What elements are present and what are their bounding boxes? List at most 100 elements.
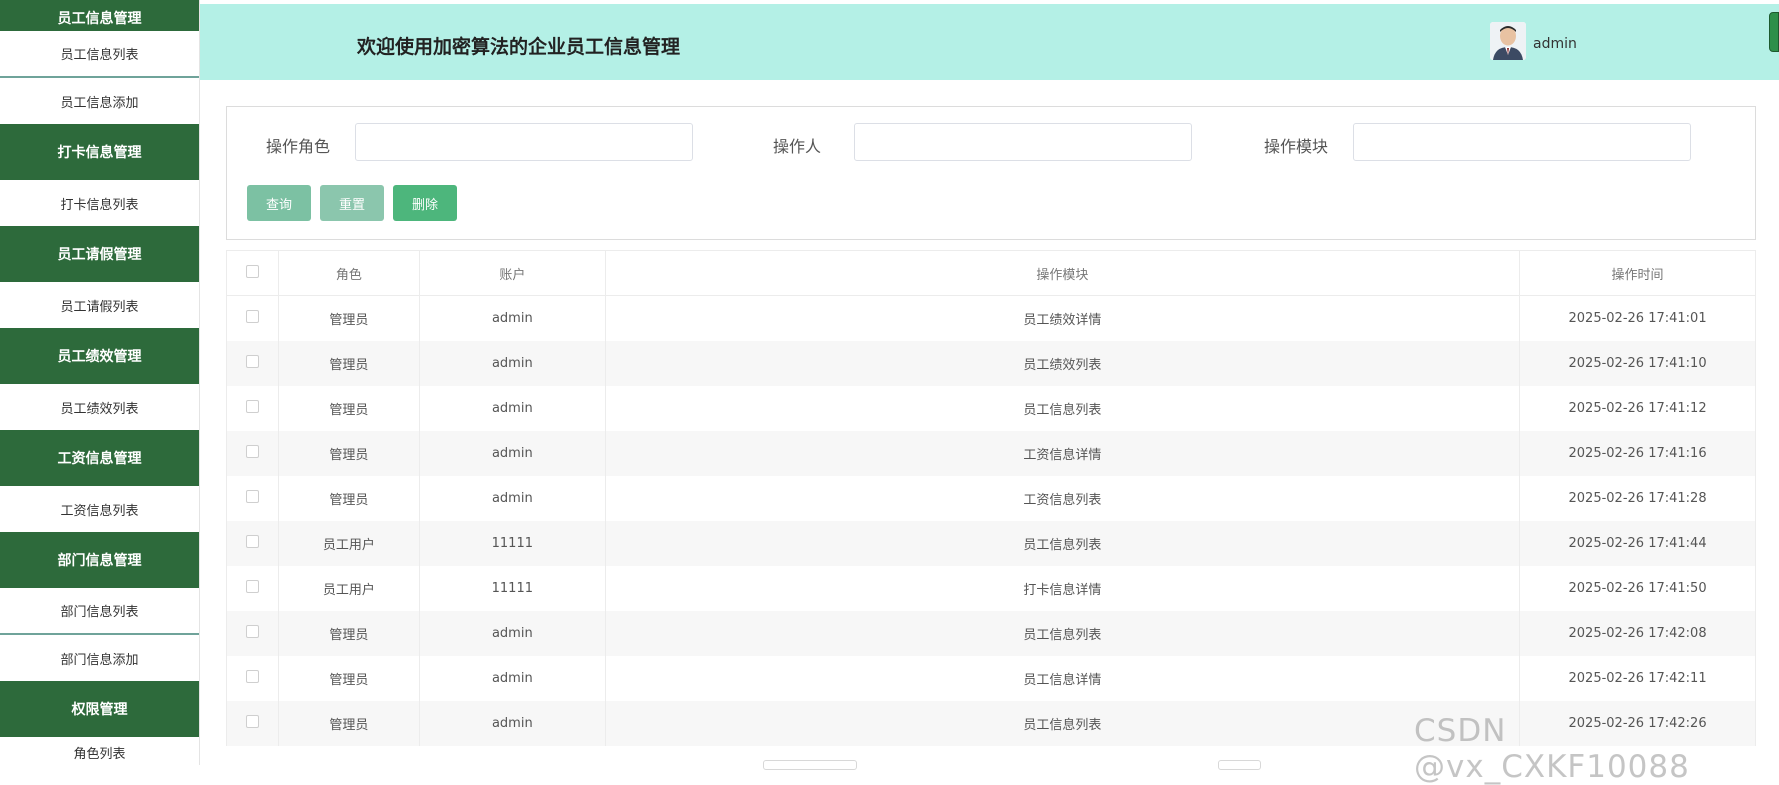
sidebar-item[interactable]: 部门信息添加 [0,635,199,681]
table-row[interactable]: 员工用户 11111 打卡信息详情 2025-02-26 17:41:50 [226,565,1756,611]
cell-module: 打卡信息详情 [604,565,1521,611]
username-label[interactable]: admin [1533,36,1577,52]
row-select-cell [226,610,279,656]
role-label: 操作角色 [266,137,331,156]
sidebar-group[interactable]: 员工请假管理 [0,226,199,282]
row-select-cell [226,520,279,566]
watermark: CSDN @vx_CXKF10088 [1414,713,1690,785]
role-input[interactable] [355,123,693,161]
cell-account: 11111 [418,565,606,611]
sidebar-group[interactable]: 权限管理 [0,681,199,737]
cell-role: 管理员 [277,610,420,656]
row-select-cell [226,655,279,701]
row-select-cell [226,565,279,611]
top-header: 欢迎使用加密算法的企业员工信息管理 admin [200,4,1779,80]
row-checkbox[interactable] [245,669,259,683]
select-all-checkbox[interactable] [245,264,259,278]
table-row[interactable]: 管理员 admin 员工信息列表 2025-02-26 17:41:12 [226,385,1756,431]
table-row[interactable]: 管理员 admin 员工绩效列表 2025-02-26 17:41:10 [226,340,1756,386]
cell-time: 2025-02-26 17:41:10 [1519,340,1756,386]
select-all-header [226,250,279,296]
table-row[interactable]: 管理员 admin 工资信息列表 2025-02-26 17:41:28 [226,475,1756,521]
cell-role: 管理员 [277,475,420,521]
cell-role: 管理员 [277,340,420,386]
sidebar-item[interactable]: 工资信息列表 [0,486,199,532]
module-input[interactable] [1353,123,1691,161]
cell-time: 2025-02-26 17:41:12 [1519,385,1756,431]
pager-control[interactable] [763,760,857,770]
cell-time: 2025-02-26 17:41:28 [1519,475,1756,521]
row-checkbox[interactable] [245,489,259,503]
sidebar-item[interactable]: 员工信息列表 [0,31,199,78]
cell-module: 员工绩效列表 [604,340,1521,386]
cell-time: 2025-02-26 17:41:01 [1519,295,1756,341]
cell-role: 管理员 [277,295,420,341]
sidebar-item[interactable]: 员工信息添加 [0,78,199,124]
cell-role: 管理员 [277,430,420,476]
sidebar-group[interactable]: 打卡信息管理 [0,124,199,180]
log-table: 角色 账户 操作模块 操作时间 管理员 admin 员工绩效详情 2025-02-26… [226,250,1756,746]
reset-button[interactable]: 重置 [320,185,384,221]
cell-module: 员工绩效详情 [604,295,1521,341]
row-select-cell [226,430,279,476]
sidebar-item[interactable]: 员工请假列表 [0,282,199,328]
cell-time: 2025-02-26 17:41:50 [1519,565,1756,611]
sidebar-item-permission-list[interactable]: 角色列表 [0,737,199,765]
row-checkbox[interactable] [245,714,259,728]
header-side-tab[interactable] [1769,12,1779,52]
cell-account: admin [418,610,606,656]
table-row[interactable]: 管理员 admin 员工信息列表 2025-02-26 17:42:08 [226,610,1756,656]
cell-role: 员工用户 [277,520,420,566]
cell-time: 2025-02-26 17:41:44 [1519,520,1756,566]
cell-account: admin [418,700,606,746]
cell-account: admin [418,475,606,521]
cell-module: 员工信息列表 [604,700,1521,746]
table-row[interactable]: 管理员 admin 工资信息详情 2025-02-26 17:41:16 [226,430,1756,476]
cell-time: 2025-02-26 17:42:11 [1519,655,1756,701]
sidebar-item[interactable]: 部门信息列表 [0,588,199,635]
operator-label: 操作人 [773,137,822,156]
row-checkbox[interactable] [245,624,259,638]
delete-button[interactable]: 删除 [393,185,457,221]
user-avatar[interactable] [1490,22,1526,60]
row-checkbox[interactable] [245,444,259,458]
cell-role: 员工用户 [277,565,420,611]
sidebar-group-employee-info[interactable]: 员工信息管理 [0,0,199,31]
cell-account: 11111 [418,520,606,566]
header-account[interactable]: 账户 [418,250,606,296]
cell-account: admin [418,430,606,476]
row-checkbox[interactable] [245,309,259,323]
cell-module: 员工信息列表 [604,520,1521,566]
row-select-cell [226,295,279,341]
cell-module: 员工信息详情 [604,655,1521,701]
row-checkbox[interactable] [245,354,259,368]
table-row[interactable]: 管理员 admin 员工绩效详情 2025-02-26 17:41:01 [226,295,1756,341]
search-panel: 操作角色 操作人 操作模块 查询 重置 删除 [226,106,1756,240]
cell-account: admin [418,385,606,431]
sidebar: 员工信息管理 员工信息列表 员工信息添加 打卡信息管理 打卡信息列表 员工请假管理 员工请… [0,0,200,765]
page-title: 欢迎使用加密算法的企业员工信息管理 [357,36,681,58]
query-button[interactable]: 查询 [247,185,311,221]
sidebar-group[interactable]: 部门信息管理 [0,532,199,588]
row-select-cell [226,475,279,521]
sidebar-item[interactable]: 打卡信息列表 [0,180,199,226]
cell-account: admin [418,655,606,701]
row-checkbox[interactable] [245,534,259,548]
table-row[interactable]: 管理员 admin 员工信息详情 2025-02-26 17:42:11 [226,655,1756,701]
operator-input[interactable] [854,123,1192,161]
header-time[interactable]: 操作时间 [1519,250,1756,296]
header-role[interactable]: 角色 [277,250,420,296]
cell-module: 员工信息列表 [604,610,1521,656]
cell-module: 工资信息列表 [604,475,1521,521]
module-label: 操作模块 [1264,137,1329,156]
row-checkbox[interactable] [245,399,259,413]
sidebar-item[interactable]: 员工绩效列表 [0,384,199,430]
header-module[interactable]: 操作模块 [604,250,1521,296]
table-row[interactable]: 员工用户 11111 员工信息列表 2025-02-26 17:41:44 [226,520,1756,566]
row-checkbox[interactable] [245,579,259,593]
pager-jump[interactable] [1218,760,1261,770]
sidebar-group[interactable]: 工资信息管理 [0,430,199,486]
cell-module: 工资信息详情 [604,430,1521,476]
cell-time: 2025-02-26 17:42:08 [1519,610,1756,656]
sidebar-group[interactable]: 员工绩效管理 [0,328,199,384]
